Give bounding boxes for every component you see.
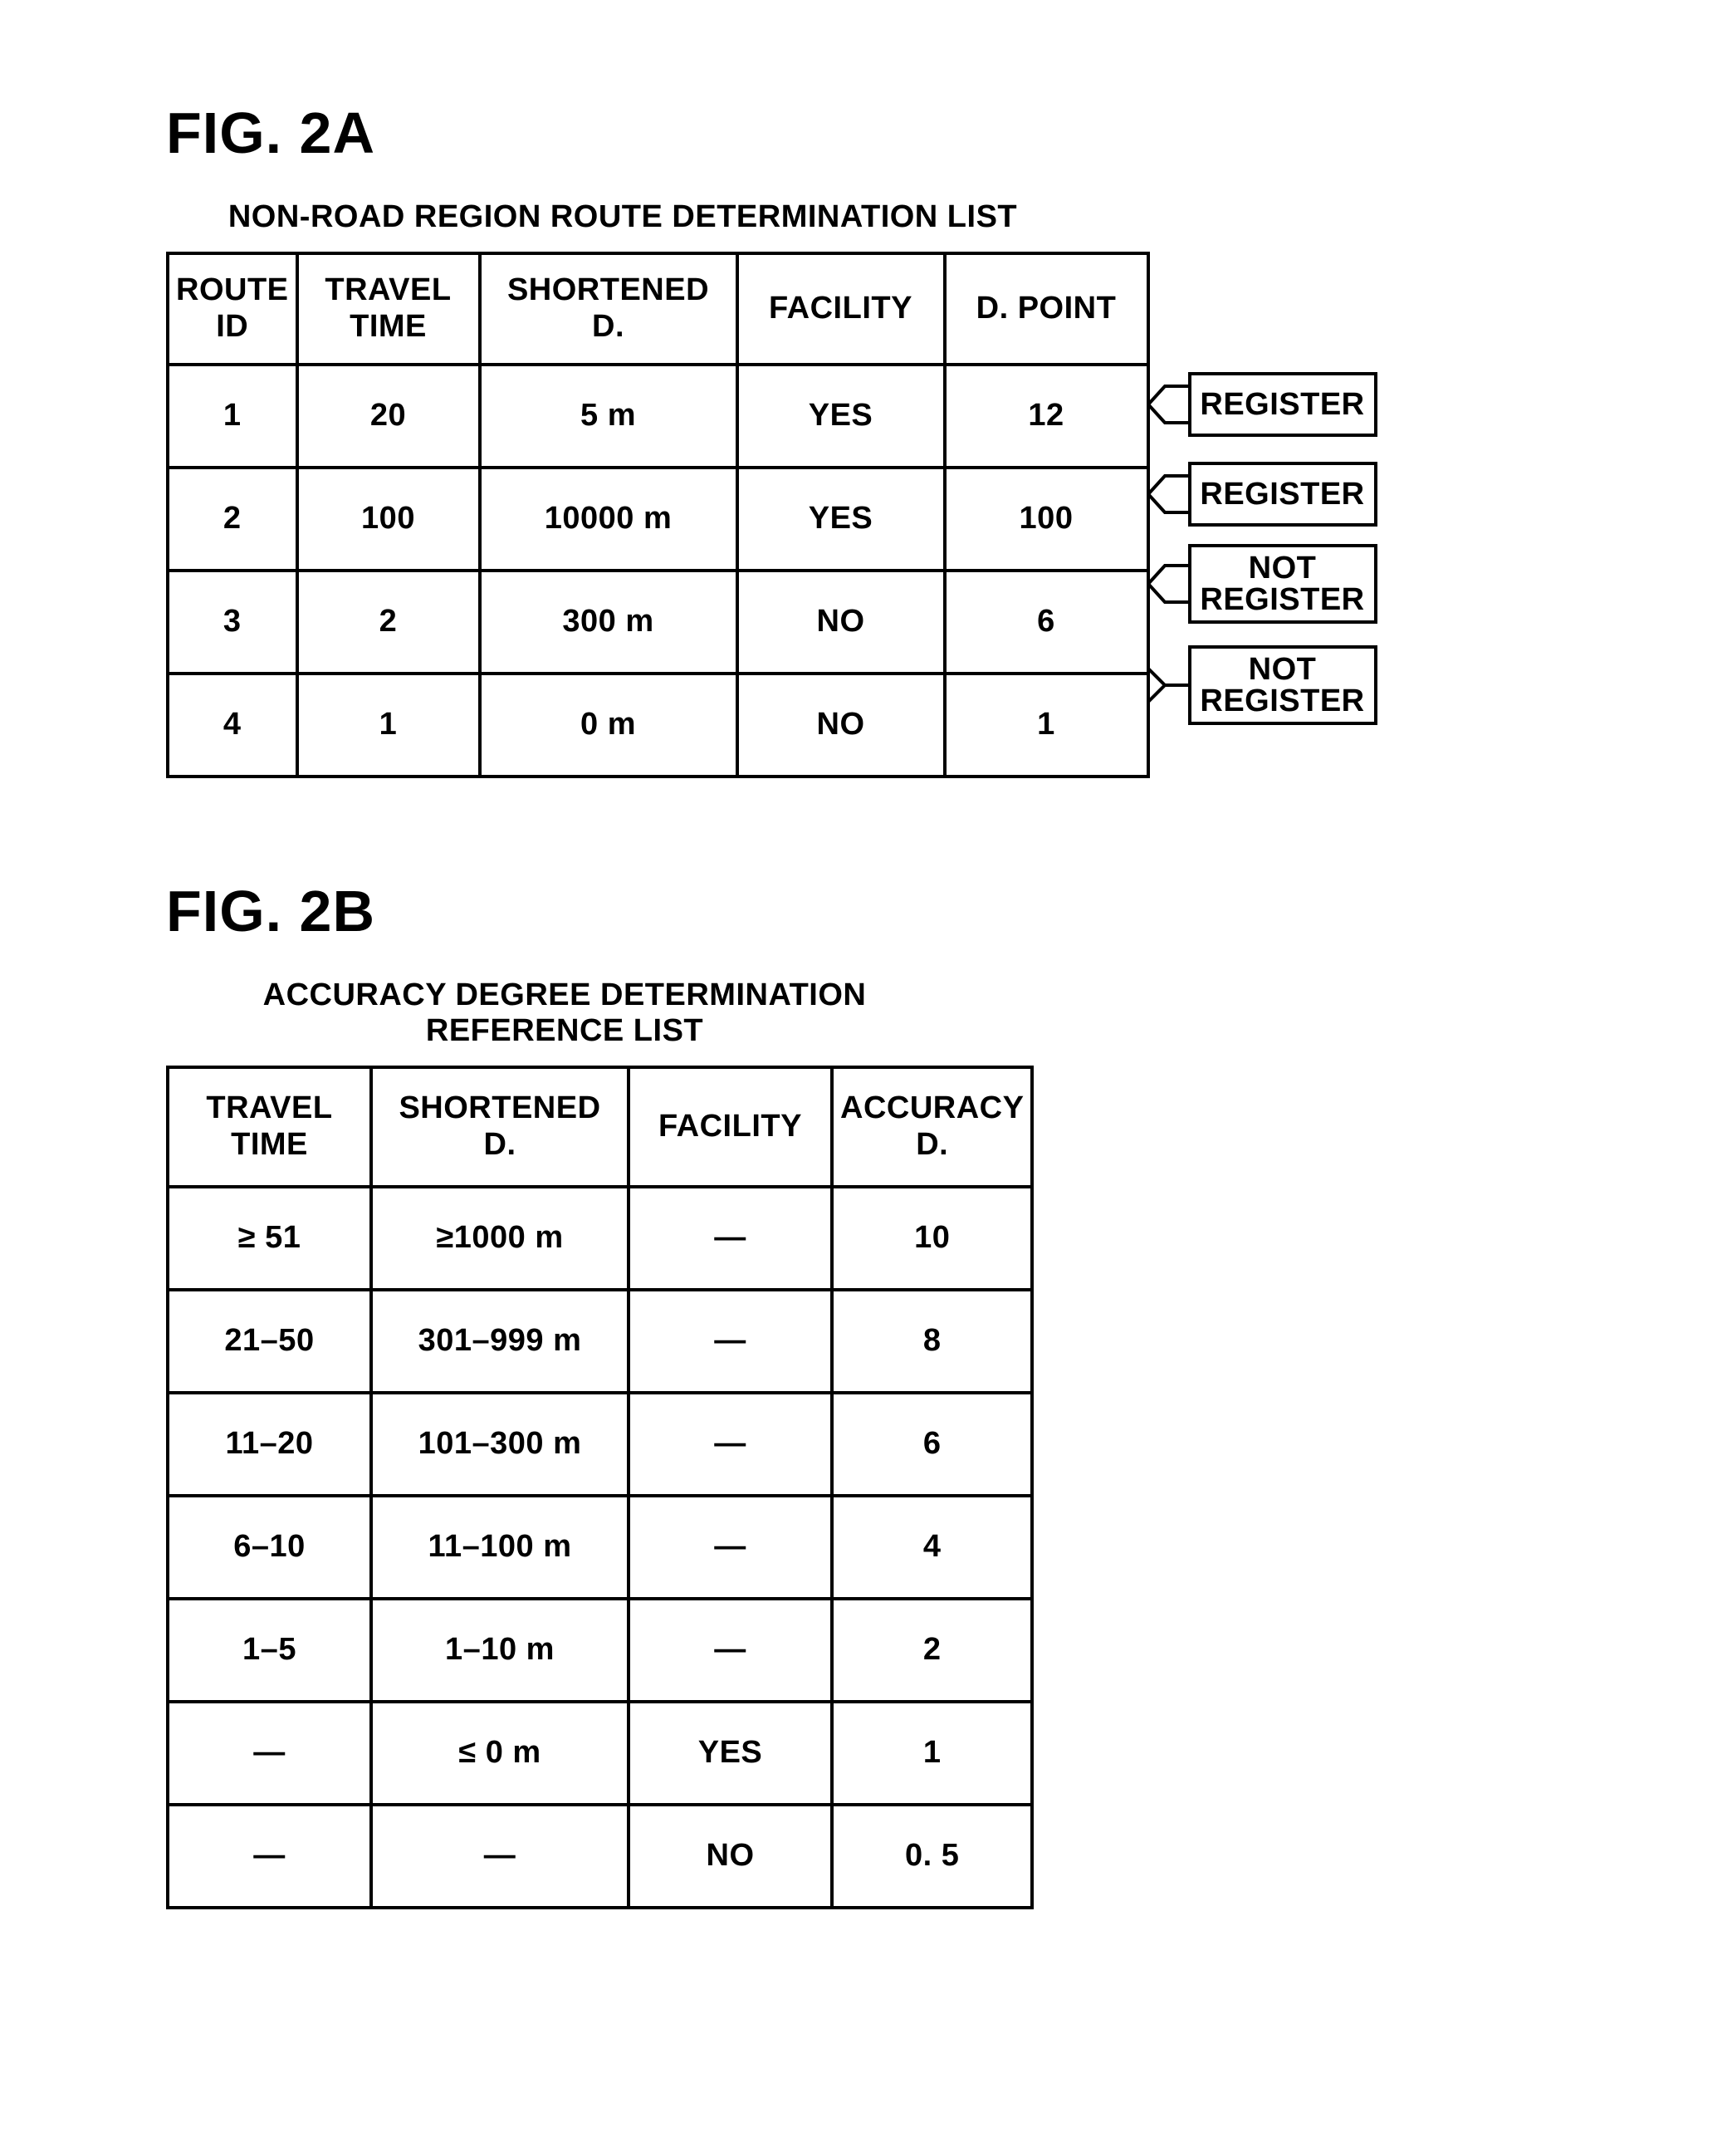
col-shortened-d: SHORTENEDD.	[371, 1067, 629, 1187]
table-header-row: TRAVELTIME SHORTENEDD. FACILITY ACCURACY…	[168, 1067, 1032, 1187]
cell: —	[371, 1805, 629, 1908]
cell: 1	[168, 365, 297, 468]
col-accuracy-d: ACCURACYD.	[832, 1067, 1032, 1187]
table-row: 1 20 5 m YES 12	[168, 365, 1148, 468]
table-row: 21–50 301–999 m — 8	[168, 1290, 1032, 1393]
cell: 10000 m	[480, 468, 737, 571]
not-register-badge: NOTREGISTER	[1188, 544, 1377, 624]
cell: ≥ 51	[168, 1187, 371, 1290]
table-row: 4 1 0 m NO 1	[168, 674, 1148, 777]
table-row: 2 100 10000 m YES 100	[168, 468, 1148, 571]
cell: NO	[737, 571, 945, 674]
cell: 100	[945, 468, 1148, 571]
col-travel-time: TRAVELTIME	[297, 253, 480, 365]
cell: 101–300 m	[371, 1393, 629, 1496]
connector-icon	[1148, 380, 1188, 429]
figure-2a-block: ROUTEID TRAVELTIME SHORTENEDD. FACILITY …	[166, 252, 1639, 778]
cell: 2	[832, 1599, 1032, 1702]
cell: NO	[737, 674, 945, 777]
cell: 1–10 m	[371, 1599, 629, 1702]
cell: —	[629, 1393, 832, 1496]
figure-2a-label: FIG. 2A	[166, 100, 1639, 166]
cell: 11–20	[168, 1393, 371, 1496]
col-facility: FACILITY	[737, 253, 945, 365]
table-a-title: NON-ROAD REGION ROUTE DETERMINATION LIST	[166, 199, 1079, 235]
col-facility: FACILITY	[629, 1067, 832, 1187]
route-determination-table: ROUTEID TRAVELTIME SHORTENEDD. FACILITY …	[166, 252, 1150, 778]
table-header-row: ROUTEID TRAVELTIME SHORTENEDD. FACILITY …	[168, 253, 1148, 365]
cell: YES	[737, 365, 945, 468]
cell: 1	[832, 1702, 1032, 1805]
table-row: — — NO 0. 5	[168, 1805, 1032, 1908]
cell: 1–5	[168, 1599, 371, 1702]
figure-2b-block: TRAVELTIME SHORTENEDD. FACILITY ACCURACY…	[166, 1066, 1639, 1909]
cell: 6–10	[168, 1496, 371, 1599]
cell: 6	[832, 1393, 1032, 1496]
col-travel-time: TRAVELTIME	[168, 1067, 371, 1187]
badge-row: REGISTER	[1148, 360, 1377, 449]
table-row: 6–10 11–100 m — 4	[168, 1496, 1032, 1599]
cell: 0 m	[480, 674, 737, 777]
cell: 11–100 m	[371, 1496, 629, 1599]
badge-row: NOTREGISTER	[1148, 539, 1377, 629]
cell: —	[629, 1290, 832, 1393]
table-row: 11–20 101–300 m — 6	[168, 1393, 1032, 1496]
cell: —	[629, 1496, 832, 1599]
cell: 301–999 m	[371, 1290, 629, 1393]
cell: 10	[832, 1187, 1032, 1290]
connector-icon	[1148, 469, 1188, 519]
cell: —	[629, 1187, 832, 1290]
cell: 4	[168, 674, 297, 777]
register-badge: REGISTER	[1188, 462, 1377, 527]
cell: 8	[832, 1290, 1032, 1393]
badge-row: NOTREGISTER	[1148, 640, 1377, 730]
cell: 1	[297, 674, 480, 777]
cell: 21–50	[168, 1290, 371, 1393]
table-row: 3 2 300 m NO 6	[168, 571, 1148, 674]
cell: 0. 5	[832, 1805, 1032, 1908]
cell: 1	[945, 674, 1148, 777]
cell: 2	[168, 468, 297, 571]
cell: ≥1000 m	[371, 1187, 629, 1290]
connector-icon	[1148, 559, 1188, 609]
cell: 300 m	[480, 571, 737, 674]
accuracy-reference-table: TRAVELTIME SHORTENEDD. FACILITY ACCURACY…	[166, 1066, 1034, 1909]
cell: 5 m	[480, 365, 737, 468]
col-shortened-d: SHORTENEDD.	[480, 253, 737, 365]
cell: —	[168, 1702, 371, 1805]
table-row: 1–5 1–10 m — 2	[168, 1599, 1032, 1702]
cell: —	[629, 1599, 832, 1702]
cell: 3	[168, 571, 297, 674]
badge-row: REGISTER	[1148, 449, 1377, 539]
not-register-badge: NOTREGISTER	[1188, 645, 1377, 725]
cell: 2	[297, 571, 480, 674]
cell: —	[168, 1805, 371, 1908]
connector-icon	[1148, 660, 1188, 710]
cell: 100	[297, 468, 480, 571]
table-b-title: ACCURACY DEGREE DETERMINATION REFERENCE …	[166, 978, 963, 1049]
cell: YES	[629, 1702, 832, 1805]
cell: 12	[945, 365, 1148, 468]
cell: YES	[737, 468, 945, 571]
cell: ≤ 0 m	[371, 1702, 629, 1805]
decision-badges: REGISTER REGISTER NOTREGISTER NOTREGISTE…	[1148, 252, 1377, 730]
figure-2b-label: FIG. 2B	[166, 878, 1639, 944]
cell: NO	[629, 1805, 832, 1908]
register-badge: REGISTER	[1188, 372, 1377, 437]
col-d-point: D. POINT	[945, 253, 1148, 365]
cell: 20	[297, 365, 480, 468]
cell: 4	[832, 1496, 1032, 1599]
col-route-id: ROUTEID	[168, 253, 297, 365]
cell: 6	[945, 571, 1148, 674]
table-row: — ≤ 0 m YES 1	[168, 1702, 1032, 1805]
table-row: ≥ 51 ≥1000 m — 10	[168, 1187, 1032, 1290]
